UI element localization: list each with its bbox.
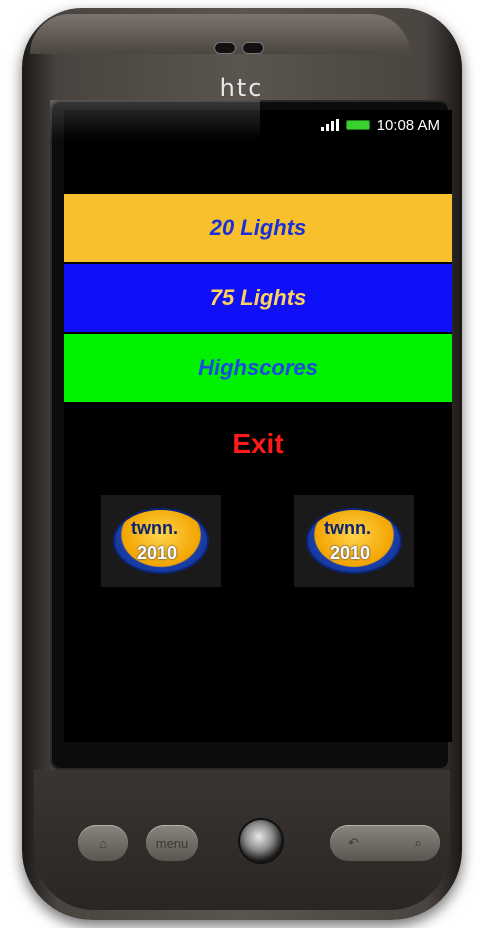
- twnn-logo-right[interactable]: twnn. 2010: [294, 495, 414, 587]
- trackball[interactable]: [240, 820, 282, 862]
- 75-lights-button[interactable]: 75 Lights: [64, 264, 452, 332]
- search-icon: ⌕: [414, 835, 422, 850]
- screen: 10:08 AM 20 Lights 75 Lights Highscores …: [64, 110, 452, 742]
- back-search-button[interactable]: ↶ ⌕: [330, 825, 440, 861]
- twnn-logo-left[interactable]: twnn. 2010: [101, 495, 221, 587]
- logo-year: 2010: [137, 543, 178, 563]
- brand-logo: htc: [219, 74, 264, 102]
- highscores-label: Highscores: [198, 355, 318, 380]
- home-icon: ⌂: [99, 835, 107, 851]
- exit-button[interactable]: Exit: [64, 428, 452, 460]
- back-icon: ↶: [348, 835, 359, 850]
- logo-year: 2010: [330, 543, 371, 563]
- status-bar: 10:08 AM: [320, 114, 440, 136]
- 75-lights-label: 75 Lights: [209, 285, 307, 310]
- highscores-button[interactable]: Highscores: [64, 334, 452, 402]
- battery-icon: [346, 121, 369, 129]
- home-button[interactable]: ⌂: [78, 825, 128, 861]
- menu-label: menu: [155, 835, 189, 851]
- logo-badge: twnn. 2010: [113, 508, 209, 574]
- speaker-slot-right: [242, 42, 264, 54]
- logo-text: twnn.: [131, 518, 178, 538]
- signal-icon: [320, 119, 339, 131]
- menu-button[interactable]: menu: [146, 825, 198, 861]
- logo-badge: twnn. 2010: [306, 508, 402, 574]
- logo-text: twnn.: [324, 518, 371, 538]
- 20-lights-label: 20 Lights: [209, 215, 307, 240]
- speaker-grille: [214, 42, 264, 54]
- 20-lights-button[interactable]: 20 Lights: [64, 194, 452, 262]
- status-time: 10:08 AM: [376, 116, 440, 134]
- speaker-slot-left: [214, 42, 236, 54]
